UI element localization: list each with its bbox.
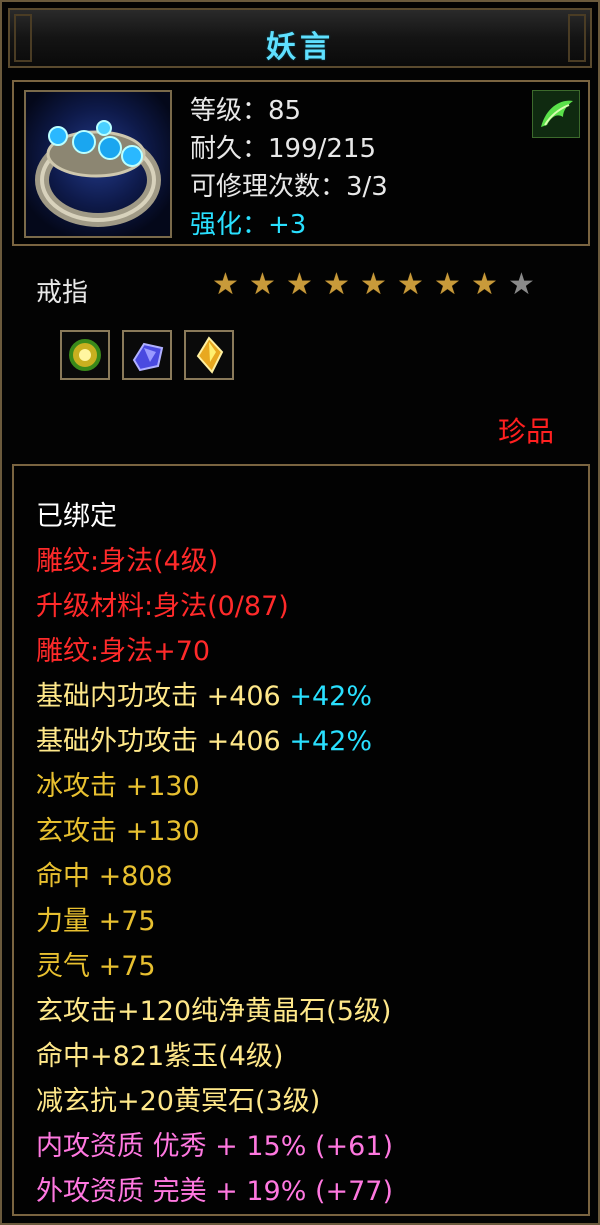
hit-stat: 命中 +808	[36, 861, 173, 892]
green-round-gem-icon[interactable]	[60, 330, 110, 380]
star-filled-icon: ★	[471, 267, 498, 302]
title-bar: 妖言	[8, 8, 592, 68]
xuan-attack: 玄攻击 +130	[36, 816, 200, 847]
ice-attack: 冰攻击 +130	[36, 771, 200, 802]
item-repair-count: 可修理次数：3/3	[190, 172, 388, 202]
star-rating: ★ ★ ★ ★ ★ ★ ★ ★ ★	[212, 270, 538, 300]
item-level: 等级：85	[190, 96, 302, 126]
item-durability: 耐久：199/215	[190, 134, 377, 164]
inner-attack-quality: 内攻资质 优秀 + 15% (+61)	[36, 1131, 394, 1162]
gem-slots	[60, 330, 234, 380]
item-stats-box: 已绑定 雕纹:身法(4级) 升级材料:身法(0/87) 雕纹:身法+70 基础内…	[12, 464, 590, 1216]
spirit-stat: 灵气 +75	[36, 951, 156, 982]
star-filled-icon: ★	[212, 267, 239, 302]
gem-bonus-2: 命中+821紫玉(4级)	[36, 1041, 284, 1072]
star-filled-icon: ★	[360, 267, 387, 302]
item-basic-info: 等级：85 耐久：199/215 可修理次数：3/3 强化：+3	[190, 92, 388, 244]
star-filled-icon: ★	[286, 267, 313, 302]
ring-item-icon[interactable]	[24, 90, 172, 238]
gem-bonus-1: 玄攻击+120纯净黄晶石(5级)	[36, 996, 392, 1027]
bound-status: 已绑定	[36, 501, 117, 532]
item-enhance: 强化：+3	[190, 210, 307, 240]
star-filled-icon: ★	[249, 267, 276, 302]
item-type: 戒指	[36, 278, 89, 308]
base-outer-attack-pct: +42%	[289, 726, 372, 757]
strength-stat: 力量 +75	[36, 906, 156, 937]
star-filled-icon: ★	[397, 267, 424, 302]
gem-bonus-3: 减玄抗+20黄冥石(3级)	[36, 1086, 321, 1117]
upgrade-material-line: 升级材料:身法(0/87)	[36, 591, 289, 622]
base-outer-attack-value: 基础外功攻击 +406	[36, 726, 281, 757]
base-inner-attack-pct: +42%	[289, 681, 372, 712]
blue-faceted-gem-icon[interactable]	[122, 330, 172, 380]
engrave-bonus-line: 雕纹:身法+70	[36, 636, 211, 667]
item-tooltip-panel: 妖言 等级：85 耐久：199/215 可修理次数：3/3 强化：+3 戒指 ★…	[0, 0, 600, 1225]
yellow-crystal-gem-icon[interactable]	[184, 330, 234, 380]
green-leaf-badge-icon	[532, 90, 580, 138]
engrave-line: 雕纹:身法(4级)	[36, 546, 219, 577]
star-filled-icon: ★	[323, 267, 350, 302]
star-filled-icon: ★	[434, 267, 461, 302]
base-inner-attack-value: 基础内功攻击 +406	[36, 681, 281, 712]
item-header: 等级：85 耐久：199/215 可修理次数：3/3 强化：+3	[12, 80, 590, 246]
outer-attack-quality: 外攻资质 完美 + 19% (+77)	[36, 1176, 394, 1207]
base-outer-attack: 基础外功攻击 +406 +42%	[36, 719, 372, 758]
star-empty-icon: ★	[508, 267, 535, 302]
item-rarity: 珍品	[497, 415, 554, 448]
base-inner-attack: 基础内功攻击 +406 +42%	[36, 674, 372, 713]
item-name: 妖言	[266, 30, 334, 65]
ring-icon	[35, 120, 161, 227]
